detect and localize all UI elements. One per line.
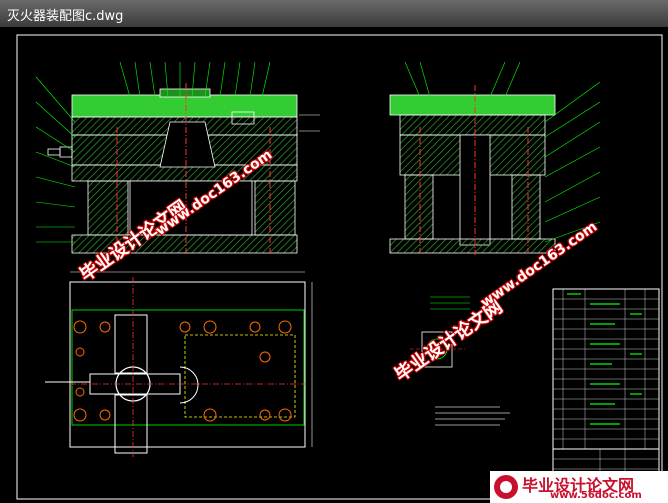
plan-view xyxy=(45,271,313,457)
brand-url: www.56doc.com xyxy=(550,490,642,501)
brand-logo-icon xyxy=(494,475,518,499)
parts-list-table xyxy=(552,288,660,500)
window-titlebar: 灭火器装配图c.dwg xyxy=(0,0,668,28)
side-section-view xyxy=(389,61,601,255)
window-title: 灭火器装配图c.dwg xyxy=(7,9,124,24)
technical-notes xyxy=(435,406,510,426)
cad-drawing-canvas[interactable]: 毕业设计论文网 www.doc163.com 毕业设计论文网 www.doc16… xyxy=(0,27,668,503)
brand-banner: 毕业设计论文网 www.56doc.com xyxy=(490,471,668,503)
